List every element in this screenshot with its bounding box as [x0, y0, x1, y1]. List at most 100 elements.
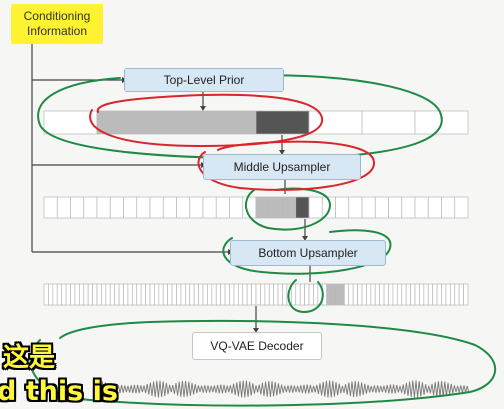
token-cell: [255, 196, 270, 219]
token-cell: [167, 283, 173, 306]
token-cell: [295, 196, 310, 219]
token-cell: [109, 283, 116, 306]
token-cell: [361, 110, 416, 135]
token-cell: [379, 283, 385, 306]
token-cell: [388, 283, 394, 306]
token-cell: [335, 283, 341, 306]
token-cell: [255, 283, 261, 306]
token-cell: [65, 283, 71, 306]
bottom-upsampler-label: Bottom Upsampler: [258, 246, 358, 260]
token-cell: [215, 196, 230, 219]
token-cell: [118, 283, 124, 306]
token-cell: [220, 283, 226, 306]
token-cell: [70, 196, 85, 219]
token-cell: [277, 283, 283, 306]
token-cell: [162, 283, 169, 306]
token-cell: [215, 283, 222, 306]
top-level-prior-box: Top-Level Prior: [124, 68, 284, 92]
token-cell: [414, 283, 420, 306]
token-cell: [304, 283, 310, 306]
middle-upsampler-box: Middle Upsampler: [203, 154, 361, 180]
token-cell: [48, 283, 54, 306]
middle-upsampler-label: Middle Upsampler: [233, 160, 331, 174]
token-cell: [374, 196, 389, 219]
token-cell: [454, 283, 460, 306]
token-cell: [101, 283, 107, 306]
token-cell: [268, 196, 283, 219]
token-cell: [56, 196, 71, 219]
token-cell: [361, 283, 367, 306]
token-cell: [207, 283, 213, 306]
token-cell: [237, 283, 244, 306]
token-cell: [441, 196, 456, 219]
token-cell: [43, 196, 58, 219]
token-cell: [149, 196, 164, 219]
token-cell: [352, 283, 358, 306]
top-level-prior-label: Top-Level Prior: [163, 73, 245, 87]
token-cell: [458, 283, 464, 306]
token-cell: [78, 283, 85, 306]
token-cell: [56, 283, 63, 306]
token-cell: [290, 283, 297, 306]
token-cell: [374, 283, 381, 306]
token-cell: [454, 196, 469, 219]
token-cell: [361, 196, 376, 219]
token-cell: [131, 283, 138, 306]
token-cell: [268, 283, 275, 306]
token-cell: [392, 283, 398, 306]
bottom-upsampler-box: Bottom Upsampler: [230, 240, 386, 266]
token-cell: [427, 283, 434, 306]
token-cell: [198, 283, 204, 306]
token-cell: [154, 283, 160, 306]
token-cell: [224, 283, 230, 306]
token-cell: [326, 283, 332, 306]
token-cell: [396, 283, 403, 306]
token-cell: [127, 283, 133, 306]
token-cell: [330, 283, 336, 306]
vq-vae-decoder-box: VQ-VAE Decoder: [192, 332, 322, 360]
token-cell: [246, 283, 252, 306]
token-cell: [436, 283, 442, 306]
token-cell: [388, 196, 403, 219]
token-cell: [441, 283, 447, 306]
vq-vae-decoder-label: VQ-VAE Decoder: [210, 339, 304, 353]
token-cell: [184, 283, 191, 306]
token-cell: [149, 110, 204, 135]
token-cell: [273, 283, 279, 306]
token-cell: [449, 283, 456, 306]
token-cell: [43, 110, 98, 135]
token-cell: [87, 283, 93, 306]
token-cell: [176, 283, 182, 306]
subtitle-line-1: 这是: [3, 343, 56, 373]
token-cell: [343, 283, 350, 306]
token-cell: [335, 196, 350, 219]
token-cell: [445, 283, 451, 306]
token-cell: [109, 196, 124, 219]
token-cell: [52, 283, 58, 306]
token-cell: [401, 283, 407, 306]
middle-level-token-row: [43, 196, 469, 219]
token-cell: [348, 283, 354, 306]
token-cell: [74, 283, 80, 306]
token-cell: [136, 196, 151, 219]
token-cell: [189, 283, 195, 306]
token-cell: [149, 283, 155, 306]
token-cell: [348, 196, 363, 219]
token-cell: [70, 283, 76, 306]
token-cell: [366, 283, 372, 306]
token-cell: [357, 283, 363, 306]
token-cell: [423, 283, 429, 306]
note-label: Conditioning Information: [23, 9, 91, 38]
token-cell: [202, 283, 208, 306]
token-cell: [410, 283, 416, 306]
token-cell: [414, 196, 429, 219]
token-cell: [308, 283, 314, 306]
token-cell: [229, 196, 244, 219]
token-cell: [427, 196, 442, 219]
token-cell: [233, 283, 239, 306]
token-cell: [96, 283, 102, 306]
token-cell: [136, 283, 142, 306]
token-cell: [162, 196, 177, 219]
token-cell: [242, 283, 248, 306]
token-cell: [83, 196, 98, 219]
